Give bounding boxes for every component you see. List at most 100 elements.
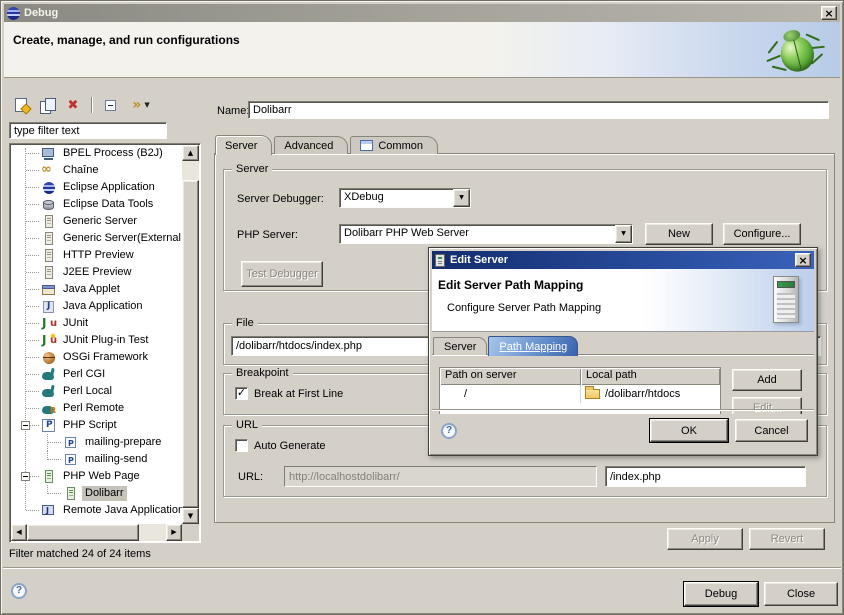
break-at-first-line-checkbox[interactable]: ✓ — [235, 387, 248, 400]
window-titlebar: Debug × — [4, 4, 840, 22]
delete-icon: ✖ — [68, 99, 79, 112]
phpweb-icon — [63, 486, 79, 502]
filter-input[interactable] — [9, 122, 167, 139]
auto-generate-checkbox[interactable]: ✓ — [235, 439, 248, 452]
japplet-icon — [41, 282, 57, 298]
configuration-tabs: Server Advanced Common — [215, 134, 438, 154]
tree-item-java-application[interactable]: Java Application — [11, 298, 183, 315]
perl-icon — [41, 367, 57, 383]
dialog-help-button[interactable]: ? — [441, 423, 457, 439]
tree-item-cha-ne[interactable]: Chaîne — [11, 162, 183, 179]
tree-item-dolibarr[interactable]: Dolibarr — [11, 485, 183, 502]
tree-item-label: JUnit — [60, 316, 91, 331]
tree-item-http-preview[interactable]: HTTP Preview — [11, 247, 183, 264]
horizontal-scroll-thumb[interactable] — [27, 524, 139, 541]
scroll-left-button[interactable]: ◀ — [11, 524, 27, 541]
tree-vertical-scrollbar[interactable]: ▲ ▼ — [182, 145, 199, 524]
ok-button[interactable]: OK — [650, 419, 728, 442]
database-icon — [41, 197, 57, 213]
tree-item-label: Java Applet — [60, 282, 123, 297]
close-button[interactable]: Close — [764, 582, 838, 606]
dialog-button-bar: ? OK Cancel — [432, 409, 814, 452]
column-local-path[interactable]: Local path — [581, 368, 720, 385]
break-at-first-line-label: Break at First Line — [254, 388, 343, 400]
tree-item-mailing-send[interactable]: mailing-send — [11, 451, 183, 468]
cancel-button[interactable]: Cancel — [735, 419, 808, 442]
scroll-down-button[interactable]: ▼ — [182, 508, 199, 524]
path-mapping-row[interactable]: //dolibarr/htdocs — [440, 385, 720, 403]
configuration-name-input[interactable] — [248, 101, 829, 119]
delete-configuration-button[interactable]: ✖ — [61, 94, 85, 116]
tree-item-junit[interactable]: JUnit — [11, 315, 183, 332]
dropdown-icon: ▼ — [459, 195, 464, 201]
tree-item-label: Perl CGI — [60, 367, 108, 382]
dialog-tabs: Server Path Mapping — [433, 334, 578, 355]
tab-advanced[interactable]: Advanced — [274, 136, 348, 154]
dialog-tab-path-mapping[interactable]: Path Mapping — [488, 336, 578, 356]
server-debugger-combo[interactable]: XDebug ▼ — [339, 188, 471, 208]
column-path-on-server[interactable]: Path on server — [440, 368, 581, 385]
configure-server-button[interactable]: Configure... — [723, 223, 801, 245]
configurations-toolbar: ✖ » ▼ — [9, 93, 201, 117]
tab-server[interactable]: Server — [215, 135, 272, 155]
server-icon — [41, 231, 57, 247]
breakpoint-group-legend: Breakpoint — [232, 367, 293, 379]
collapse-toggle[interactable] — [21, 472, 30, 481]
filter-launch-configurations-button[interactable]: » ▼ — [124, 94, 158, 116]
header-banner: Create, manage, and run configurations — [4, 22, 840, 78]
new-server-button[interactable]: New — [645, 223, 713, 245]
phpfile-icon — [63, 435, 79, 451]
help-icon: ? — [16, 585, 22, 597]
url-path-input[interactable] — [605, 466, 806, 487]
dialog-close-button[interactable]: × — [795, 253, 811, 267]
tree-item-bpel-process-b2j[interactable]: BPEL Process (B2J) — [11, 145, 183, 162]
tree-item-label: JUnit Plug-in Test — [60, 333, 151, 348]
tree-item-junit-plug-in-test[interactable]: JUnit Plug-in Test — [11, 332, 183, 349]
tree-item-eclipse-application[interactable]: Eclipse Application — [11, 179, 183, 196]
server-debugger-value: XDebug — [340, 189, 453, 207]
dialog-subheading: Configure Server Path Mapping — [447, 302, 601, 314]
add-mapping-button[interactable]: Add — [732, 369, 802, 391]
path-on-server-cell: / — [440, 385, 581, 403]
help-button[interactable]: ? — [11, 583, 27, 599]
tree-item-perl-remote[interactable]: Perl Remote — [11, 400, 183, 417]
tree-item-j2ee-preview[interactable]: J2EE Preview — [11, 264, 183, 281]
tree-item-mailing-prepare[interactable]: mailing-prepare — [11, 434, 183, 451]
debug-bug-icon — [761, 20, 829, 83]
tree-item-label: HTTP Preview — [60, 248, 137, 263]
scroll-right-button[interactable]: ▶ — [166, 524, 182, 541]
debug-button[interactable]: Debug — [684, 582, 758, 606]
tree-item-eclipse-data-tools[interactable]: Eclipse Data Tools — [11, 196, 183, 213]
collapse-all-button[interactable] — [98, 94, 122, 116]
window-close-button[interactable]: × — [821, 6, 837, 20]
tree-item-osgi-framework[interactable]: OSGi Framework — [11, 349, 183, 366]
eclipse-icon — [41, 180, 57, 196]
server-group-legend: Server — [232, 163, 272, 175]
tab-common[interactable]: Common — [350, 136, 438, 154]
vertical-scroll-thumb[interactable] — [182, 180, 199, 508]
tree-item-remote-java-application[interactable]: Remote Java Application — [11, 502, 183, 519]
php-server-combo[interactable]: Dolibarr PHP Web Server ▼ — [339, 224, 633, 244]
tree-item-label: Perl Local — [60, 384, 115, 399]
dialog-tab-server[interactable]: Server — [433, 337, 487, 355]
tree-item-label: Perl Remote — [60, 401, 127, 416]
combo-dropdown-button[interactable]: ▼ — [615, 225, 632, 243]
tree-item-php-script[interactable]: PHP Script — [11, 417, 183, 434]
tree-item-perl-cgi[interactable]: Perl CGI — [11, 366, 183, 383]
combo-dropdown-button[interactable]: ▼ — [453, 189, 470, 207]
collapse-toggle[interactable] — [21, 421, 30, 430]
right-arrow-icon: ▶ — [171, 529, 176, 536]
junitp-icon — [41, 333, 57, 349]
duplicate-configuration-button[interactable] — [35, 94, 59, 116]
path-mapping-table[interactable]: Path on server Local path //dolibarr/htd… — [439, 367, 721, 414]
tree-viewport[interactable]: BPEL Process (B2J)ChaîneEclipse Applicat… — [11, 145, 183, 524]
dialog-header: Edit Server Path Mapping Configure Serve… — [432, 269, 814, 332]
scroll-up-button[interactable]: ▲ — [182, 145, 199, 161]
tree-item-java-applet[interactable]: Java Applet — [11, 281, 183, 298]
tree-item-generic-server-external-la[interactable]: Generic Server(External La — [11, 230, 183, 247]
new-configuration-button[interactable] — [9, 94, 33, 116]
tree-item-generic-server[interactable]: Generic Server — [11, 213, 183, 230]
tree-horizontal-scrollbar[interactable]: ◀ ▶ — [11, 524, 182, 541]
tree-item-perl-local[interactable]: Perl Local — [11, 383, 183, 400]
tree-item-php-web-page[interactable]: PHP Web Page — [11, 468, 183, 485]
